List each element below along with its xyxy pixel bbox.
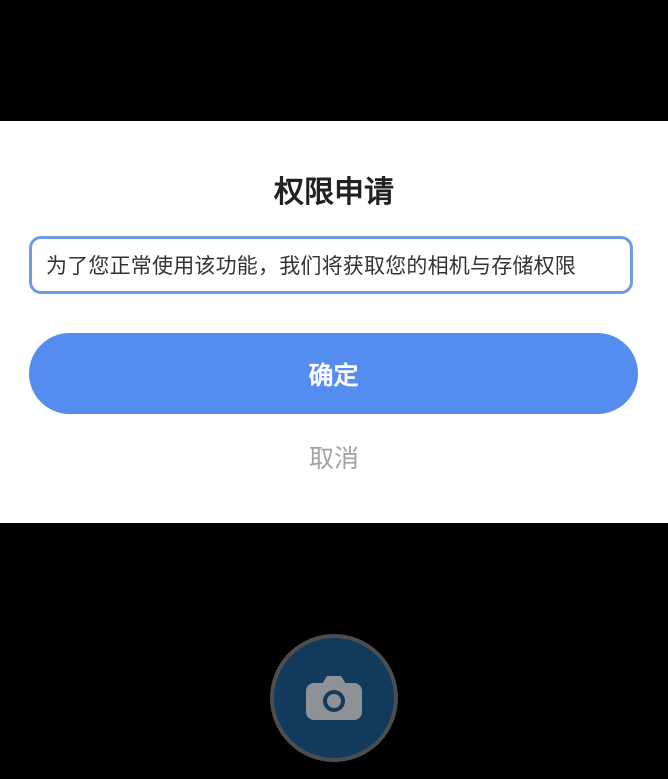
camera-screen: 权限申请 为了您正常使用该功能，我们将获取您的相机与存储权限 确定 取消 — [0, 0, 668, 779]
cancel-button[interactable]: 取消 — [284, 437, 384, 477]
permission-message-box: 为了您正常使用该功能，我们将获取您的相机与存储权限 — [29, 236, 633, 294]
permission-message-text: 为了您正常使用该功能，我们将获取您的相机与存储权限 — [46, 254, 576, 278]
camera-shutter-button[interactable] — [270, 634, 398, 762]
camera-icon — [306, 676, 362, 720]
permission-dialog: 权限申请 为了您正常使用该功能，我们将获取您的相机与存储权限 确定 取消 — [0, 121, 668, 523]
dialog-title: 权限申请 — [274, 175, 394, 210]
confirm-button[interactable]: 确定 — [29, 333, 638, 414]
